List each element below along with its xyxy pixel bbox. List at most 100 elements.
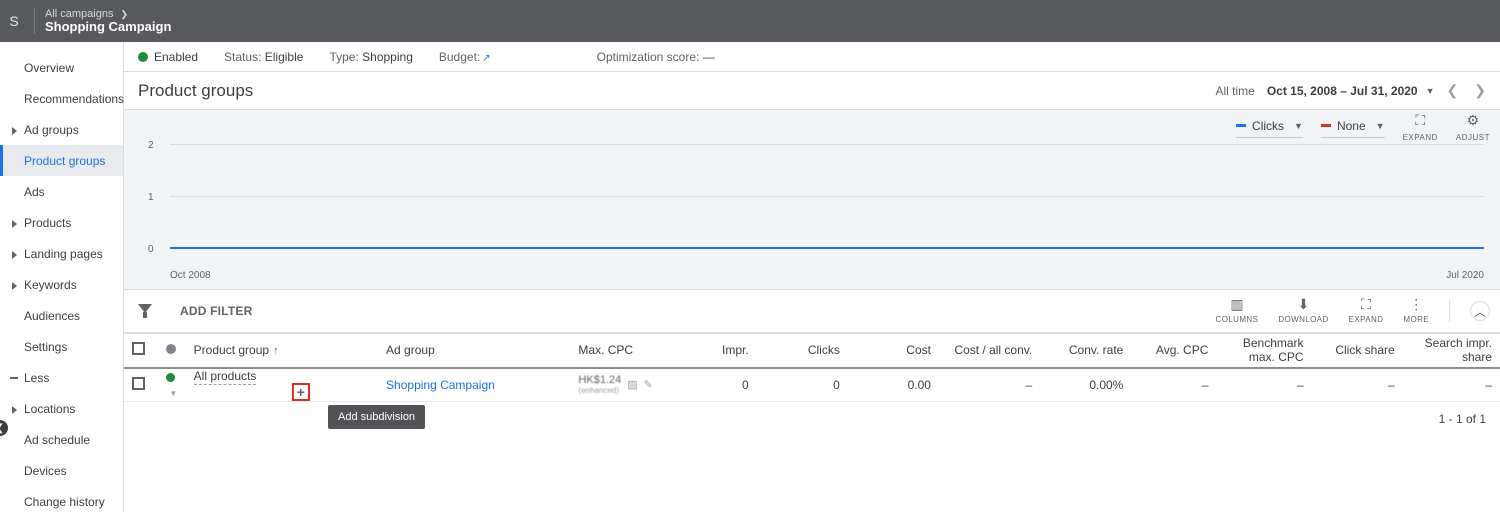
chevron-down-icon[interactable]: ▼ [169, 389, 177, 398]
sidebar-item-label: Recommendations [24, 92, 124, 106]
product-groups-table: Product group↑ Ad group Max. CPC Impr. C… [124, 333, 1500, 402]
col-max-cpc[interactable]: Max. CPC [570, 334, 671, 368]
col-conv-rate[interactable]: Conv. rate [1040, 334, 1131, 368]
chart-expand-button[interactable]: ⛶ EXPAND [1403, 112, 1438, 143]
download-button[interactable]: ⬇DOWNLOAD [1278, 297, 1328, 325]
chart-metric-primary[interactable]: Clicks ▼ [1236, 117, 1303, 138]
metric-label: Clicks [1252, 119, 1284, 133]
status-dot-icon [138, 52, 148, 62]
col-cost-all-conv[interactable]: Cost / all conv. [939, 334, 1040, 368]
row-checkbox[interactable] [132, 377, 145, 390]
col-ad-group[interactable]: Ad group [378, 334, 570, 368]
sidebar-item-product-groups[interactable]: Product groups [0, 145, 123, 176]
sidebar-item-ad-schedule[interactable]: Ad schedule [0, 424, 123, 455]
table-row[interactable]: ▼ All products + Shopping Campaign HK$1.… [124, 368, 1500, 402]
sidebar-item-label: Audiences [24, 309, 80, 323]
cell-cost-all-conv: – [939, 368, 1040, 402]
campaign-status-bar: Enabled Status: Eligible Type: Shopping … [124, 42, 1500, 72]
y-tick: 1 [148, 192, 154, 203]
cell-cost: 0.00 [848, 368, 939, 402]
table-header-row: Product group↑ Ad group Max. CPC Impr. C… [124, 334, 1500, 368]
sidebar-item-landing-pages[interactable]: Landing pages [0, 238, 123, 269]
y-tick: 2 [148, 140, 154, 151]
sidebar-item-audiences[interactable]: Audiences [0, 300, 123, 331]
date-prev-button[interactable]: ❮ [1443, 82, 1463, 99]
chart-metric-secondary[interactable]: None ▼ [1321, 117, 1385, 138]
main-content: Enabled Status: Eligible Type: Shopping … [124, 42, 1500, 512]
topbar-divider [34, 8, 35, 34]
columns-button[interactable]: ▥COLUMNS [1216, 297, 1259, 325]
chart-adjust-button[interactable]: ⚙ ADJUST [1456, 112, 1490, 143]
col-cost[interactable]: Cost [848, 334, 939, 368]
sidebar-item-ads[interactable]: Ads [0, 176, 123, 207]
sidebar-item-label: Product groups [24, 154, 105, 168]
col-bench-cpc[interactable]: Benchmark max. CPC [1216, 334, 1311, 368]
sidebar-item-label: Devices [24, 464, 67, 478]
table-tool-row: ADD FILTER ▥COLUMNS ⬇DOWNLOAD ⛶EXPAND ⋮M… [124, 289, 1500, 333]
x-tick: Jul 2020 [1446, 270, 1484, 281]
title-bar: Product groups All time Oct 15, 2008 – J… [124, 72, 1500, 110]
expand-icon: ⛶ [1403, 112, 1438, 129]
max-cpc-value: HK$1.24 [578, 374, 621, 386]
sidebar-item-locations[interactable]: Locations [0, 393, 123, 424]
page-title: Product groups [138, 81, 253, 101]
col-search-impr-share[interactable]: Search impr. share [1403, 334, 1500, 368]
image-off-icon[interactable]: ▧ [627, 378, 637, 391]
date-range-label: All time [1215, 84, 1254, 98]
col-clicks[interactable]: Clicks [757, 334, 848, 368]
breadcrumb-current[interactable]: Shopping Campaign [45, 20, 171, 34]
edit-icon[interactable]: ✎ [644, 378, 653, 391]
metric-swatch-icon [1321, 124, 1331, 127]
top-bar: S All campaigns ❯ Shopping Campaign [0, 0, 1500, 42]
table-wrapper: Product group↑ Ad group Max. CPC Impr. C… [124, 333, 1500, 402]
sidebar-item-products[interactable]: Products [0, 207, 123, 238]
add-subdivision-button[interactable]: + [292, 383, 310, 401]
add-subdivision-tooltip: Add subdivision [328, 405, 425, 429]
sidebar-item-overview[interactable]: Overview [0, 52, 123, 83]
breadcrumb[interactable]: All campaigns ❯ Shopping Campaign [45, 8, 171, 34]
sidebar-item-ad-groups[interactable]: Ad groups [0, 114, 123, 145]
cell-click-share: – [1312, 368, 1403, 402]
sidebar-item-change-history[interactable]: Change history [0, 486, 123, 517]
table-expand-button[interactable]: ⛶EXPAND [1349, 297, 1384, 325]
status-budget[interactable]: Budget:↗ [439, 50, 491, 64]
status-opt-score: Optimization score: — [597, 50, 715, 64]
sidebar-item-label: Ad schedule [24, 433, 90, 447]
col-click-share[interactable]: Click share [1312, 334, 1403, 368]
sidebar-item-devices[interactable]: Devices [0, 455, 123, 486]
cell-conv-rate: 0.00% [1040, 368, 1131, 402]
sidebar-item-recommendations[interactable]: Recommendations [0, 83, 123, 114]
collapse-chart-button[interactable]: ︿ [1470, 301, 1490, 321]
filter-icon[interactable] [138, 304, 152, 318]
metric-swatch-icon [1236, 124, 1246, 127]
sidebar-item-settings[interactable]: Settings [0, 331, 123, 362]
more-button[interactable]: ⋮MORE [1403, 297, 1429, 325]
x-tick: Oct 2008 [170, 270, 211, 281]
status-eligible: Status: Eligible [224, 50, 303, 64]
sidebar-less-label: Less [24, 371, 49, 385]
col-avg-cpc[interactable]: Avg. CPC [1131, 334, 1216, 368]
line-chart[interactable]: 2 1 0 [170, 144, 1484, 268]
adjust-icon: ⚙ [1456, 112, 1490, 129]
date-range-picker[interactable]: All time Oct 15, 2008 – Jul 31, 2020 ▼ ❮… [1215, 82, 1490, 99]
product-group-name[interactable]: All products [194, 369, 257, 385]
status-enabled[interactable]: Enabled [138, 50, 198, 64]
col-impr[interactable]: Impr. [672, 334, 757, 368]
sidebar-item-keywords[interactable]: Keywords [0, 269, 123, 300]
cell-clicks: 0 [757, 368, 848, 402]
sidebar-less-toggle[interactable]: Less [0, 362, 123, 393]
chevron-right-icon: ❯ [121, 9, 129, 19]
ad-group-link[interactable]: Shopping Campaign [386, 378, 495, 392]
download-icon: ⬇ [1278, 297, 1328, 311]
col-product-group[interactable]: Product group↑ [186, 334, 378, 368]
chevron-down-icon: ▼ [1294, 121, 1303, 131]
add-filter-button[interactable]: ADD FILTER [180, 304, 252, 318]
select-all-checkbox[interactable] [132, 342, 145, 355]
sidebar-item-label: Overview [24, 61, 74, 75]
app-logo-letter: S [4, 13, 24, 29]
date-next-button[interactable]: ❯ [1470, 82, 1490, 99]
sidebar-item-label: Ads [24, 185, 45, 199]
tool-separator [1449, 300, 1450, 322]
sort-asc-icon: ↑ [273, 345, 279, 357]
cell-bench-cpc: – [1216, 368, 1311, 402]
